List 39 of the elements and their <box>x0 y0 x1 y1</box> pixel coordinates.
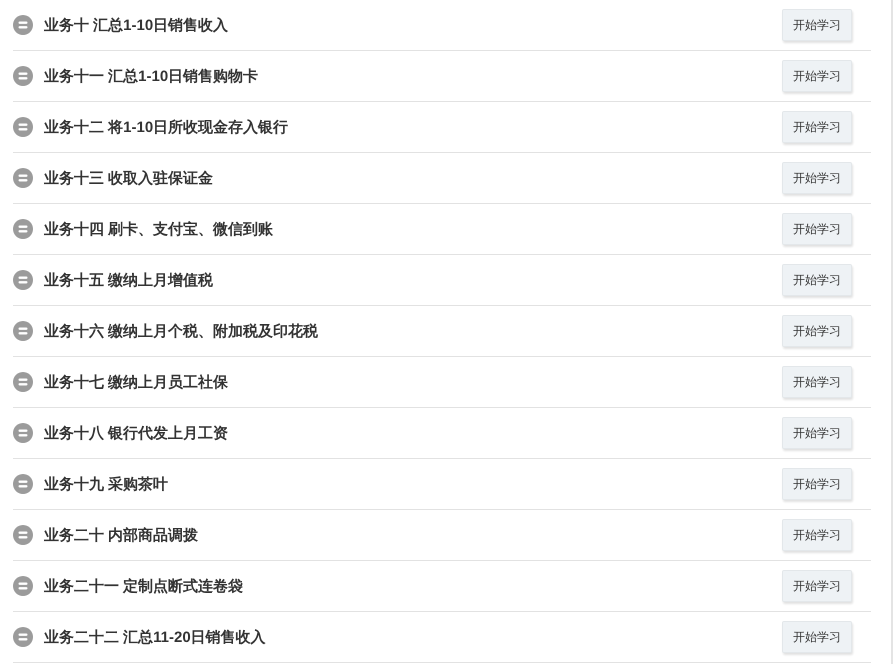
equal-sign-icon <box>13 321 33 341</box>
equal-sign-icon <box>13 117 33 137</box>
equal-sign-icon <box>13 525 33 545</box>
equal-sign-icon <box>13 270 33 290</box>
start-learning-button[interactable]: 开始学习 <box>782 162 852 194</box>
lesson-title: 业务十四 刷卡、支付宝、微信到账 <box>44 220 274 238</box>
equal-sign-icon <box>13 474 33 494</box>
equal-sign-icon <box>13 15 33 35</box>
equal-sign-icon <box>13 219 33 239</box>
lesson-title: 业务十六 缴纳上月个税、附加税及印花税 <box>44 322 318 340</box>
start-learning-button[interactable]: 开始学习 <box>782 570 852 602</box>
lesson-title: 业务二十一 定制点断式连卷袋 <box>44 576 244 596</box>
start-learning-button[interactable]: 开始学习 <box>782 519 852 551</box>
lesson-title: 业务十五 缴纳上月增值税 <box>44 270 214 290</box>
lesson-title: 业务十一 汇总1-10日销售购物卡 <box>44 66 258 86</box>
equal-sign-icon <box>13 66 33 86</box>
equal-sign-icon <box>13 423 33 443</box>
equal-sign-icon <box>13 576 33 596</box>
start-learning-button[interactable]: 开始学习 <box>782 621 852 653</box>
lesson-title: 业务十三 收取入驻保证金 <box>44 168 214 188</box>
start-learning-button[interactable]: 开始学习 <box>782 468 852 500</box>
start-learning-button[interactable]: 开始学习 <box>782 264 852 296</box>
lesson-title: 业务十七 缴纳上月员工社保 <box>44 372 228 392</box>
start-learning-button[interactable]: 开始学习 <box>782 213 852 245</box>
lesson-title: 业务二十二 汇总11-20日销售收入 <box>44 628 266 646</box>
lesson-title: 业务十 汇总1-10日销售收入 <box>44 16 228 34</box>
start-learning-button[interactable]: 开始学习 <box>782 417 852 449</box>
lesson-title: 业务十八 银行代发上月工资 <box>44 424 228 442</box>
start-learning-button[interactable]: 开始学习 <box>782 315 852 347</box>
equal-sign-icon <box>13 372 33 392</box>
lesson-title: 业务二十 内部商品调拨 <box>44 526 198 544</box>
start-learning-button[interactable]: 开始学习 <box>782 60 852 92</box>
equal-sign-icon <box>13 627 33 647</box>
start-learning-button[interactable]: 开始学习 <box>782 366 852 398</box>
start-learning-button[interactable]: 开始学习 <box>782 9 852 41</box>
lesson-title: 业务十九 采购茶叶 <box>44 474 168 494</box>
equal-sign-icon <box>13 168 33 188</box>
start-learning-button[interactable]: 开始学习 <box>782 111 852 143</box>
lesson-title: 业务十二 将1-10日所收现金存入银行 <box>44 118 288 136</box>
